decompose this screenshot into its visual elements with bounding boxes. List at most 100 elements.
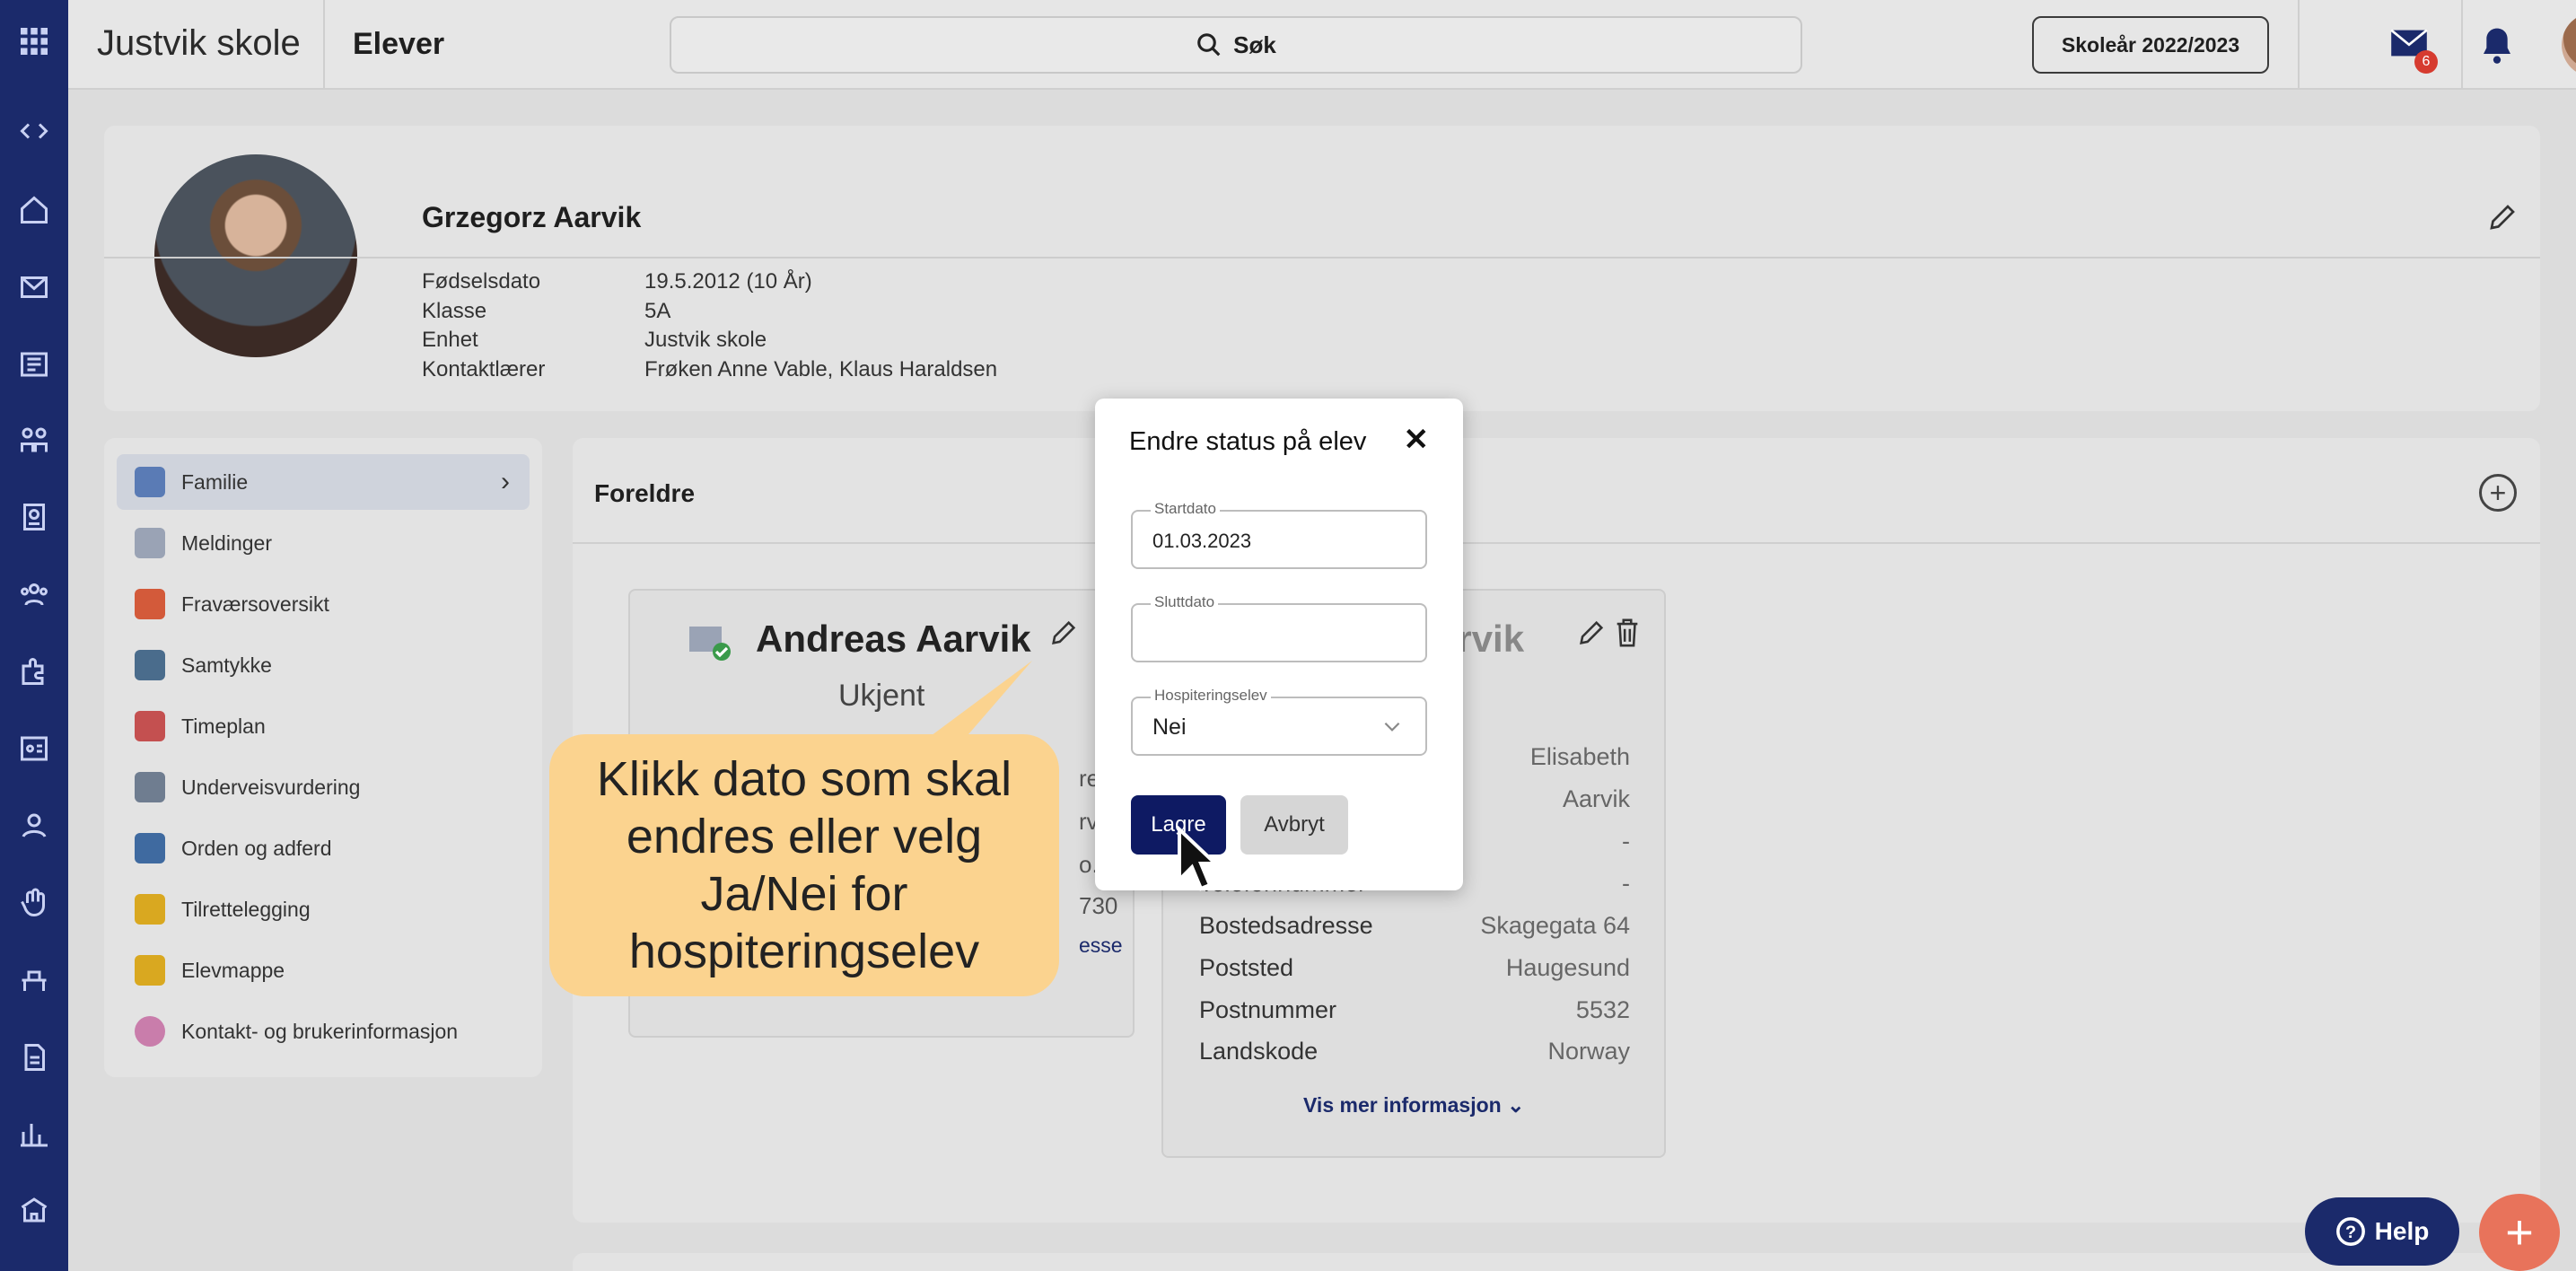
- nav-item-meldinger[interactable]: Meldinger: [117, 515, 530, 571]
- chevron-down-icon: ⌄: [1507, 1093, 1525, 1117]
- nav-item-samtykke[interactable]: Samtykke: [117, 637, 530, 693]
- row-value: Aarvik: [1562, 785, 1630, 812]
- trash-icon[interactable]: [1614, 618, 1641, 648]
- absence-icon: [135, 589, 165, 619]
- puzzle-icon[interactable]: [13, 650, 56, 693]
- info-row: Postnummer 5532: [1199, 996, 1630, 1024]
- badge-icon[interactable]: [13, 495, 56, 539]
- magnifier-doc-icon: [135, 833, 165, 863]
- nav-label: Elevmappe: [181, 958, 285, 982]
- nav-label: Tilrettelegging: [181, 897, 311, 921]
- row-value: 5532: [1575, 996, 1630, 1023]
- top-bar: Justvik skole Elever Søk Skoleår 2022/20…: [68, 0, 2576, 90]
- section-title: Elever: [353, 27, 445, 61]
- document-icon[interactable]: [13, 1036, 56, 1079]
- start-date-field[interactable]: Startdato 01.03.2023: [1131, 500, 1427, 569]
- hand-icon[interactable]: [13, 881, 56, 925]
- nav-label: Underveisvurdering: [181, 775, 361, 799]
- edit-pencil-icon[interactable]: [2486, 201, 2519, 238]
- nav-label: Orden og adferd: [181, 836, 332, 860]
- edit-pencil-icon[interactable]: [1048, 618, 1079, 648]
- schedule-icon: [135, 711, 165, 741]
- envelope-icon: [135, 528, 165, 558]
- info-label: Fødselsdato: [422, 269, 541, 294]
- calendar-person-icon[interactable]: [13, 727, 56, 770]
- assessment-icon: [135, 772, 165, 802]
- partial-text: 730: [1079, 892, 1118, 919]
- nav-item-tilrettelegging[interactable]: Tilrettelegging: [117, 881, 530, 937]
- apps-grid-icon[interactable]: [13, 20, 56, 63]
- nav-item-orden[interactable]: Orden og adferd: [117, 820, 530, 876]
- chevron-down-icon: [1384, 722, 1400, 732]
- row-value: Skagegata 64: [1480, 912, 1630, 939]
- search-box[interactable]: Søk: [670, 16, 1802, 74]
- mail-icon[interactable]: [13, 266, 56, 309]
- nav-item-underveisvurdering[interactable]: Underveisvurdering: [117, 759, 530, 815]
- close-icon[interactable]: ✕: [1404, 422, 1430, 458]
- nav-item-timeplan[interactable]: Timeplan: [117, 698, 530, 754]
- school-name[interactable]: Justvik skole: [97, 23, 301, 64]
- clipboard-icon: [135, 650, 165, 680]
- notification-bell-icon[interactable]: [2479, 25, 2515, 69]
- status-dialog: Endre status på elev ✕ Startdato 01.03.2…: [1095, 399, 1463, 890]
- news-icon[interactable]: [13, 343, 56, 386]
- next-panel-edge: [573, 1253, 2540, 1271]
- cancel-button[interactable]: Avbryt: [1240, 795, 1348, 855]
- row-value: -: [1622, 870, 1630, 897]
- left-rail: [0, 0, 68, 1271]
- parent-name: Andreas Aarvik: [756, 618, 1031, 660]
- select-value: Nei: [1152, 714, 1187, 740]
- school-icon[interactable]: [13, 1188, 56, 1232]
- row-label: Landskode: [1199, 1038, 1319, 1065]
- student-profile-card: Grzegorz Aarvik Fødselsdato 19.5.2012 (1…: [104, 126, 2540, 411]
- locked-folder-icon: [135, 894, 165, 925]
- nav-item-kontakt[interactable]: Kontakt- og brukerinformasjon: [117, 1004, 530, 1059]
- divider: [2298, 0, 2300, 90]
- partial-link[interactable]: esse: [1079, 934, 1123, 958]
- chart-icon[interactable]: [13, 1113, 56, 1156]
- user-circle-icon[interactable]: [13, 804, 56, 847]
- row-value: Haugesund: [1505, 954, 1630, 981]
- row-label: Bostedsadresse: [1199, 912, 1373, 939]
- divider: [2461, 0, 2463, 90]
- expand-collapse-icon[interactable]: [13, 110, 56, 153]
- add-fab-button[interactable]: +: [2479, 1194, 2560, 1271]
- edit-pencil-icon[interactable]: [1576, 618, 1607, 648]
- school-year-button[interactable]: Skoleår 2022/2023: [2032, 16, 2269, 74]
- help-button[interactable]: ? Help: [2305, 1197, 2459, 1266]
- field-value: 01.03.2023: [1152, 530, 1252, 552]
- info-label: Enhet: [422, 328, 478, 352]
- info-value: Frøken Anne Vable, Klaus Haraldsen: [644, 356, 998, 381]
- home-icon[interactable]: [13, 188, 56, 232]
- svg-text:?: ?: [2345, 1223, 2356, 1242]
- info-label: Kontaktlærer: [422, 356, 546, 381]
- row-value: Elisabeth: [1529, 743, 1630, 770]
- info-row: Bostedsadresse Skagegata 64: [1199, 912, 1630, 940]
- nav-item-elevmappe[interactable]: Elevmappe: [117, 942, 530, 998]
- contact-icon: [135, 1016, 165, 1047]
- desk-icon[interactable]: [13, 959, 56, 1002]
- nav-label: Timeplan: [181, 714, 266, 738]
- info-row: Poststed Haugesund: [1199, 954, 1630, 982]
- add-parent-button[interactable]: +: [2479, 474, 2517, 512]
- mouse-cursor-icon: [1178, 826, 1217, 891]
- end-date-field[interactable]: Sluttdato: [1131, 593, 1427, 662]
- nav-label: Kontakt- og brukerinformasjon: [181, 1019, 459, 1043]
- hospitation-select[interactable]: Hospiteringselev Nei: [1131, 687, 1427, 756]
- nav-label: Meldinger: [181, 530, 272, 555]
- nav-item-fravaer[interactable]: Fraværsoversikt: [117, 576, 530, 632]
- panel-title: Foreldre: [594, 479, 696, 507]
- group-icon[interactable]: [13, 573, 56, 616]
- info-value: 5A: [644, 298, 671, 323]
- mail-verified-icon: [689, 627, 731, 661]
- divider: [104, 257, 2540, 259]
- nav-label: Fraværsoversikt: [181, 592, 329, 616]
- info-label: Klasse: [422, 298, 487, 323]
- show-more-link[interactable]: Vis mer informasjon ⌄: [1303, 1093, 1524, 1118]
- search-label: Søk: [1233, 31, 1276, 58]
- people-icon[interactable]: [13, 418, 56, 461]
- nav-label: Familie: [181, 469, 249, 494]
- nav-item-familie[interactable]: Familie ›: [117, 454, 530, 510]
- user-avatar[interactable]: [2562, 13, 2576, 77]
- search-icon: [1197, 33, 1221, 57]
